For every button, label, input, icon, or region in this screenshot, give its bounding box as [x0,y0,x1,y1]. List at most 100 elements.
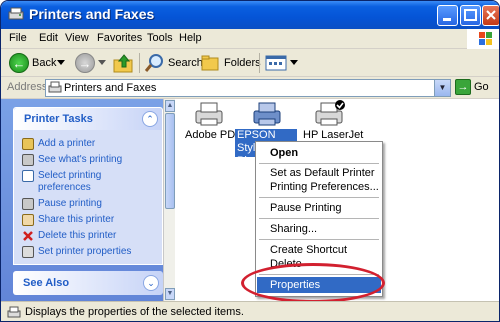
back-label: Back [32,57,57,69]
task-label: Add a printer [38,138,96,149]
chevron-down-icon [57,60,65,65]
address-dropdown[interactable]: ▼ [434,80,450,96]
printer-tasks-header[interactable]: Printer Tasks ⌃ [14,108,162,130]
back-arrow-icon: ← [9,53,29,73]
toolbar-separator [139,53,140,73]
printer-queue-icon [22,154,34,166]
scroll-down-icon[interactable]: ▼ [165,288,175,300]
task-add-printer[interactable]: Add a printer [22,138,95,150]
forward-button[interactable]: → [75,52,106,74]
search-label: Search [168,57,203,69]
printer-icon [253,102,281,126]
task-label: Select printing preferences [38,170,102,193]
menu-sharing[interactable]: Sharing... [257,221,381,237]
address-field[interactable]: Printers and Faxes ▼ [45,79,451,97]
search-icon [145,54,163,72]
task-share-printer[interactable]: Share this printer [22,214,114,226]
minimize-button[interactable] [437,5,458,26]
chevron-down-icon [290,60,298,65]
menu-separator [259,218,379,219]
properties-icon [22,246,34,258]
views-button[interactable] [265,52,298,74]
folders-label: Folders [224,57,261,69]
printer-icon [195,102,223,126]
maximize-button[interactable] [460,5,481,26]
toolbar-separator [259,53,260,73]
toolbar: ← Back → Search Folders [1,49,499,77]
back-button[interactable]: ← Back [9,52,56,74]
go-button[interactable]: → Go [455,79,489,95]
menu-printing-preferences[interactable]: Printing Preferences... [257,179,381,195]
menu-bar: File Edit View Favorites Tools Help [1,29,499,49]
menu-view[interactable]: View [65,32,89,44]
maximize-icon [464,9,477,21]
printer-name: Adobe PDF [185,129,242,141]
preferences-icon [22,170,34,182]
folders-button[interactable]: Folders [201,52,261,74]
close-icon [486,10,496,20]
menu-tools[interactable]: Tools [147,32,173,44]
menu-file[interactable]: File [9,32,27,44]
window-title: Printers and Faxes [29,6,155,22]
search-button[interactable]: Search [145,52,203,74]
task-see-printing[interactable]: See what's printing [22,154,122,166]
add-printer-icon [22,138,34,150]
status-bar: Displays the properties of the selected … [1,301,499,321]
menu-favorites[interactable]: Favorites [97,32,142,44]
highlight-oval [241,263,385,303]
address-label: Address [7,81,48,93]
printer-folder-icon [8,7,24,20]
windows-logo [467,29,499,49]
up-folder-button[interactable] [113,52,135,74]
address-bar: Address Printers and Faxes ▼ → Go [1,77,499,99]
task-label: Pause printing [38,198,102,209]
expand-icon[interactable]: ⌄ [143,275,159,291]
go-arrow-icon: → [455,79,471,95]
printer-status-icon [7,306,21,318]
task-label: Delete this printer [38,230,117,241]
up-folder-icon [113,54,133,73]
close-button[interactable] [482,5,499,26]
minimize-icon [443,18,451,21]
title-bar[interactable]: Printers and Faxes [1,1,499,29]
address-value: Printers and Faxes [64,82,157,94]
menu-edit[interactable]: Edit [39,32,58,44]
printer-tasks-panel: Printer Tasks ⌃ Add a printer See what's… [13,107,163,265]
share-icon [22,214,34,226]
task-pause-printing[interactable]: Pause printing [22,198,102,210]
menu-pause-printing[interactable]: Pause Printing [257,200,381,216]
go-label: Go [474,81,489,93]
printer-icon [315,100,345,126]
task-printing-preferences[interactable]: Select printing preferences [22,170,142,194]
views-icon [265,55,287,71]
chevron-down-icon [98,60,106,65]
windows-flag-icon [479,32,492,45]
menu-separator [259,163,379,164]
forward-arrow-icon: → [75,53,95,73]
delete-icon [23,231,33,241]
menu-separator [259,239,379,240]
printer-tasks-title: Printer Tasks [24,113,93,125]
task-pane: Printer Tasks ⌃ Add a printer See what's… [1,99,175,301]
scroll-up-icon[interactable]: ▲ [165,100,175,112]
collapse-icon[interactable]: ⌃ [142,111,158,127]
task-label: See what's printing [38,154,123,165]
back-dropdown[interactable] [57,52,65,74]
explorer-window: Printers and Faxes File Edit View Favori… [0,0,500,322]
task-pane-scrollbar[interactable]: ▲ ▼ [163,99,175,301]
scroll-thumb[interactable] [165,113,175,209]
task-delete-printer[interactable]: Delete this printer [22,230,116,242]
printer-folder-icon [48,81,62,93]
menu-open[interactable]: Open [257,145,381,161]
pause-icon [22,198,34,210]
menu-separator [259,197,379,198]
printer-name: HP LaserJet [303,129,364,141]
see-also-title: See Also [23,277,70,289]
status-text: Displays the properties of the selected … [25,306,244,318]
task-label: Set printer properties [38,246,132,257]
task-label: Share this printer [38,214,115,225]
task-printer-properties[interactable]: Set printer properties [22,246,131,258]
menu-help[interactable]: Help [179,32,202,44]
see-also-header[interactable]: See Also ⌄ [13,271,163,295]
folders-icon [201,55,219,71]
